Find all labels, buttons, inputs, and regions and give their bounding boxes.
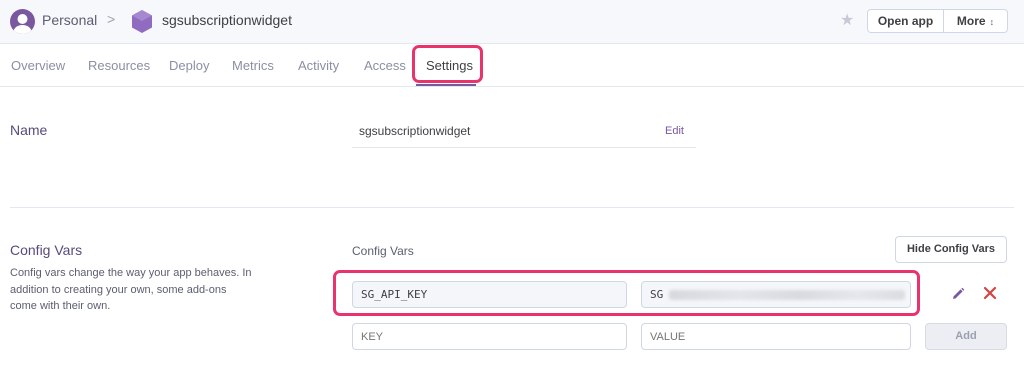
config-vars-column-label: Config Vars bbox=[352, 244, 414, 258]
app-hexagon-icon bbox=[131, 9, 153, 39]
config-vars-description: Config vars change the way your app beha… bbox=[10, 267, 252, 312]
open-app-button[interactable]: Open app bbox=[867, 9, 944, 33]
app-name-field: sgsubscriptionwidget Edit bbox=[352, 118, 696, 148]
avatar[interactable] bbox=[10, 9, 35, 34]
tab-access[interactable]: Access bbox=[364, 58, 406, 73]
new-config-key-input[interactable] bbox=[352, 323, 627, 350]
settings-tab-highlight bbox=[412, 45, 483, 83]
tab-overview[interactable]: Overview bbox=[11, 58, 65, 73]
name-section-title: Name bbox=[10, 122, 48, 138]
delete-x-icon[interactable] bbox=[983, 286, 997, 305]
more-button[interactable]: More ↕ bbox=[943, 9, 1008, 33]
config-vars-section-title: Config Vars bbox=[10, 242, 83, 258]
breadcrumb-app-name[interactable]: sgsubscriptionwidget bbox=[162, 12, 292, 28]
chevron-right-icon: > bbox=[107, 11, 116, 27]
tab-deploy[interactable]: Deploy bbox=[169, 58, 209, 73]
hide-config-vars-button[interactable]: Hide Config Vars bbox=[895, 236, 1007, 263]
more-button-label: More bbox=[956, 14, 986, 28]
nav-tabs: Overview Resources Deploy Metrics Activi… bbox=[0, 44, 1024, 87]
app-header: Personal > sgsubscriptionwidget ★ Open a… bbox=[0, 0, 1024, 44]
tab-metrics[interactable]: Metrics bbox=[232, 58, 274, 73]
breadcrumb-account[interactable]: Personal bbox=[42, 12, 97, 28]
active-tab-indicator bbox=[416, 84, 476, 86]
app-name-value: sgsubscriptionwidget bbox=[359, 124, 471, 138]
tab-resources[interactable]: Resources bbox=[88, 58, 150, 73]
pencil-icon[interactable] bbox=[950, 286, 966, 307]
new-config-value-input[interactable] bbox=[641, 323, 911, 350]
section-divider bbox=[10, 207, 1014, 208]
user-icon bbox=[13, 14, 32, 34]
config-var-row-highlight bbox=[333, 270, 920, 316]
edit-name-link[interactable]: Edit bbox=[665, 125, 684, 137]
tab-activity[interactable]: Activity bbox=[298, 58, 339, 73]
add-config-var-button[interactable]: Add bbox=[925, 323, 1007, 350]
chevron-up-down-icon: ↕ bbox=[989, 17, 995, 27]
star-icon[interactable]: ★ bbox=[840, 10, 854, 30]
